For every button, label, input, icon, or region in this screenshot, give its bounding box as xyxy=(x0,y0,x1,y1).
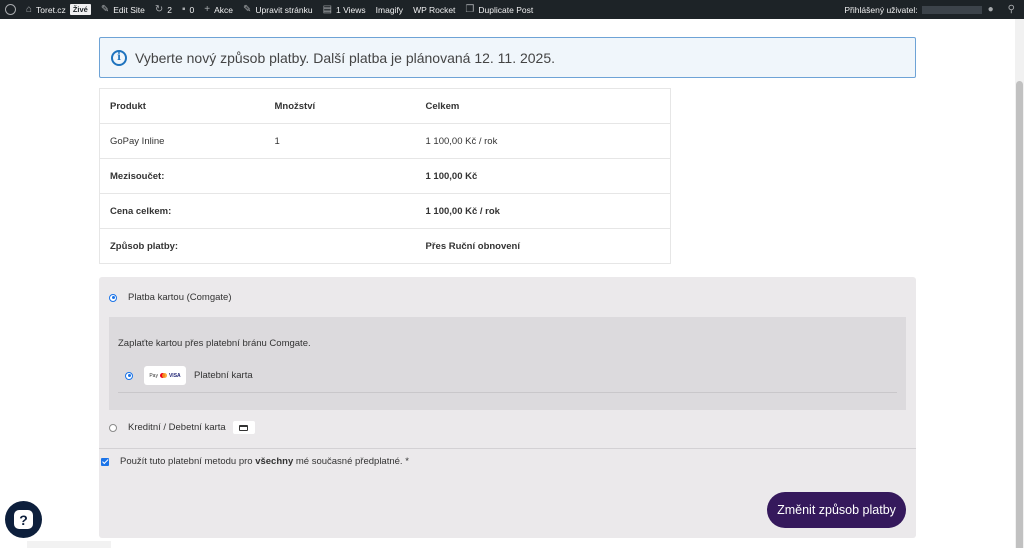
item-product: GoPay Inline xyxy=(99,123,265,159)
comment-icon: ▪ xyxy=(182,3,186,15)
apple-pay-icon: Pay xyxy=(149,372,158,379)
subtotal-value: 1 100,00 Kč xyxy=(415,158,671,194)
question-icon: ? xyxy=(14,510,33,529)
credit-card-icon xyxy=(232,421,255,434)
logged-in-label: Přihlášený uživatel: xyxy=(844,4,918,15)
user-icon: ● xyxy=(987,3,994,15)
update-all-label: Použít tuto platební metodu pro všechny … xyxy=(120,456,409,467)
table-row: GoPay Inline 1 1 100,00 Kč / rok xyxy=(99,123,671,159)
chart-icon: ▤ xyxy=(322,3,333,15)
subtotal-label: Mezisoučet: xyxy=(99,158,265,194)
duplicate-post-link[interactable]: ❐ Duplicate Post xyxy=(460,0,538,19)
updates-link[interactable]: ↻ 2 xyxy=(150,0,177,19)
edit-page-label: Upravit stránku xyxy=(255,4,313,15)
views-label: 1 Views xyxy=(336,4,366,15)
wp-rocket-label: WP Rocket xyxy=(413,4,456,15)
updates-count: 2 xyxy=(167,4,172,15)
username-redacted xyxy=(921,5,982,14)
home-icon: ⌂ xyxy=(26,3,33,15)
update-all-subscriptions[interactable]: Použít tuto platební metodu pro všechny … xyxy=(101,456,409,467)
comments-link[interactable]: ▪ 0 xyxy=(177,0,199,19)
credit-card-label: Kreditní / Debetní karta xyxy=(128,422,226,433)
new-content-menu[interactable]: + Akce xyxy=(199,0,238,19)
search-button[interactable]: ⚲ xyxy=(1003,0,1024,19)
edit-site-label: Edit Site xyxy=(113,4,145,15)
help-chat-button[interactable]: ? xyxy=(5,501,42,538)
table-row: Způsob platby: Přes Ruční obnovení xyxy=(99,228,671,264)
payment-option-credit-card[interactable]: Kreditní / Debetní karta xyxy=(109,421,255,434)
imagify-link[interactable]: Imagify xyxy=(371,0,408,19)
payment-method-value: Přes Ruční obnovení xyxy=(415,228,671,264)
brush-icon: ✎ xyxy=(100,3,110,15)
new-label: Akce xyxy=(214,4,234,15)
item-quantity: 1 xyxy=(264,123,416,159)
scrollbar-thumb[interactable] xyxy=(1016,81,1023,548)
comgate-description: Zaplaťte kartou přes platební bránu Comg… xyxy=(118,338,311,349)
duplicate-post-label: Duplicate Post xyxy=(478,4,534,15)
comgate-details: Zaplaťte kartou přes platební bránu Comg… xyxy=(109,317,906,410)
info-icon: i xyxy=(111,49,127,66)
comments-count: 0 xyxy=(189,4,195,15)
order-table: Produkt Množství Celkem GoPay Inline 1 1… xyxy=(99,88,671,264)
visa-icon: VISA xyxy=(168,372,181,379)
site-name-menu[interactable]: ⌂ Toret.cz Živé xyxy=(21,0,96,19)
bottom-strip xyxy=(27,541,111,548)
header-quantity: Množství xyxy=(264,88,416,124)
my-account-menu[interactable]: Přihlášený uživatel: ● xyxy=(839,0,1002,19)
info-notice: i Vyberte nový způsob platby. Další plat… xyxy=(99,37,916,78)
notice-text: Vyberte nový způsob platby. Další platba… xyxy=(135,49,556,66)
page-scrollbar[interactable] xyxy=(1015,19,1024,548)
table-row: Cena celkem: 1 100,00 Kč / rok xyxy=(99,193,671,229)
card-logos-icon: Pay VISA xyxy=(144,366,186,385)
total-label: Cena celkem: xyxy=(99,193,265,229)
site-name: Toret.cz xyxy=(36,4,66,15)
payment-option-comgate[interactable]: Platba kartou (Comgate) xyxy=(109,292,232,303)
total-value: 1 100,00 Kč / rok xyxy=(415,193,671,229)
divider xyxy=(118,392,897,393)
sub-option-card[interactable]: Pay VISA Platební karta xyxy=(125,366,253,385)
radio-platebni-karta[interactable] xyxy=(125,371,133,380)
edit-site-link[interactable]: ✎ Edit Site xyxy=(96,0,150,19)
comgate-label: Platba kartou (Comgate) xyxy=(128,292,232,303)
pencil-icon: ✎ xyxy=(243,3,252,15)
platebni-karta-label: Platební karta xyxy=(194,370,253,381)
payment-methods: Platba kartou (Comgate) Zaplaťte kartou … xyxy=(99,277,916,538)
radio-comgate[interactable] xyxy=(109,293,117,302)
radio-credit-card[interactable] xyxy=(109,423,117,432)
header-product: Produkt xyxy=(99,88,265,124)
wordpress-icon xyxy=(5,4,16,15)
search-icon: ⚲ xyxy=(1007,3,1015,15)
plus-icon: + xyxy=(204,3,211,15)
live-badge: Živé xyxy=(69,4,91,15)
edit-page-link[interactable]: ✎ Upravit stránku xyxy=(238,0,318,19)
admin-bar: ⌂ Toret.cz Živé ✎ Edit Site ↻ 2 ▪ 0 + Akce ✎ Up… xyxy=(0,0,1024,19)
mastercard-icon xyxy=(159,373,168,378)
imagify-label: Imagify xyxy=(375,4,404,15)
item-total: 1 100,00 Kč / rok xyxy=(415,123,671,159)
change-payment-button[interactable]: Změnit způsob platby xyxy=(767,492,906,528)
header-total: Celkem xyxy=(415,88,671,124)
table-header-row: Produkt Množství Celkem xyxy=(99,88,671,124)
wp-rocket-link[interactable]: WP Rocket xyxy=(408,0,460,19)
payment-method-label: Způsob platby: xyxy=(99,228,265,264)
divider xyxy=(99,448,916,449)
wp-logo-menu[interactable] xyxy=(0,0,21,19)
views-link[interactable]: ▤ 1 Views xyxy=(318,0,371,19)
duplicate-icon: ❐ xyxy=(465,3,475,15)
refresh-icon: ↻ xyxy=(154,3,164,15)
table-row: Mezisoučet: 1 100,00 Kč xyxy=(99,158,671,194)
update-all-checkbox[interactable] xyxy=(101,457,109,466)
